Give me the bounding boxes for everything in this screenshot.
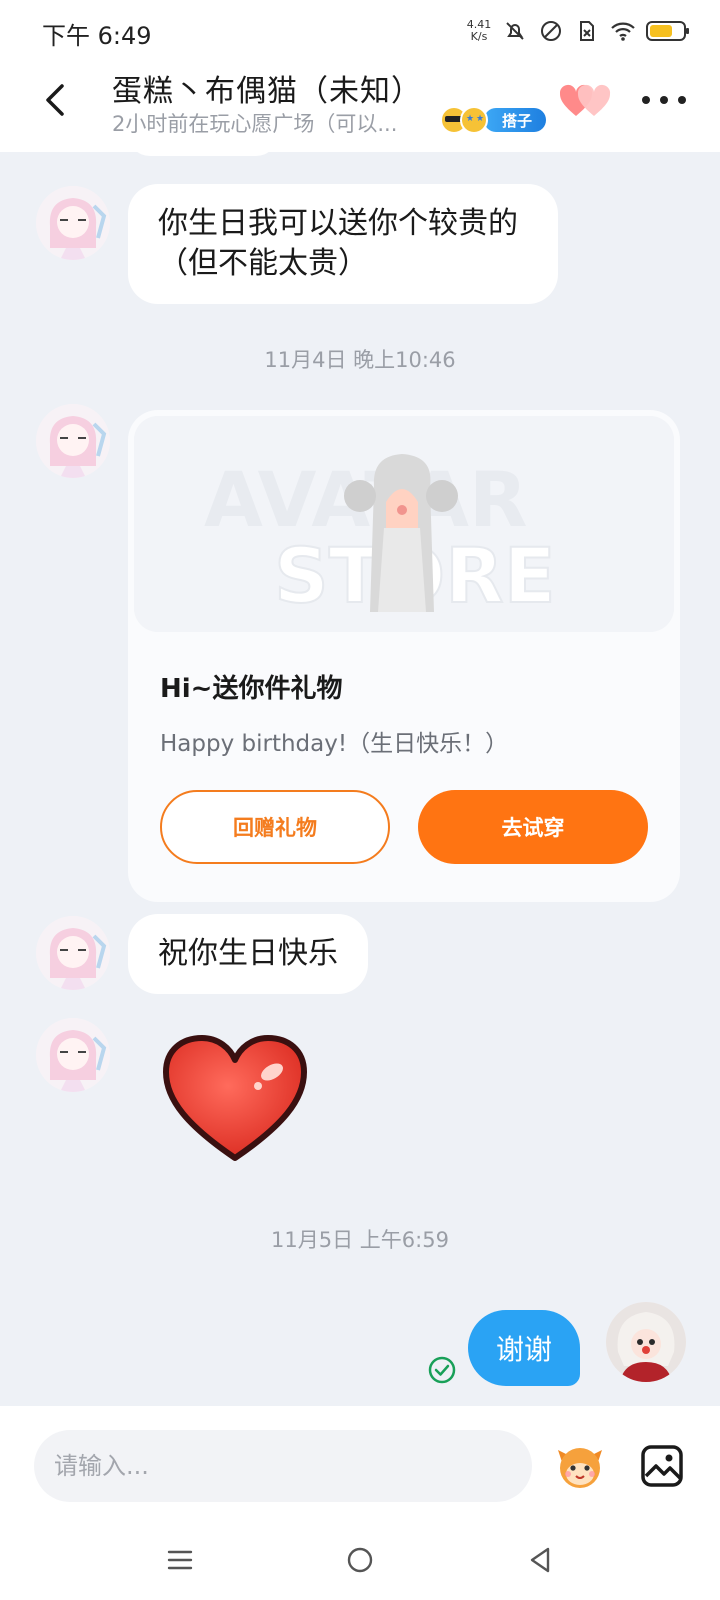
network-speed: 4.41 K/s (466, 19, 492, 43)
system-nav-bar (0, 1526, 720, 1600)
home-button[interactable] (340, 1540, 380, 1580)
gift-image: AVATAR STORE (134, 416, 674, 632)
wifi-icon (610, 18, 636, 44)
triangle-back-icon (530, 1547, 550, 1573)
dot-icon (678, 96, 686, 104)
input-bar (0, 1406, 720, 1526)
bell-off-icon (502, 18, 528, 44)
status-bar: 下午 6:49 4.41 K/s (0, 0, 720, 62)
status-icons: 4.41 K/s (466, 16, 690, 46)
back-nav-button[interactable] (520, 1540, 560, 1580)
chevron-left-icon (46, 84, 64, 116)
chat-title: 蛋糕丶布偶猫（未知） (112, 74, 422, 109)
dot-icon (642, 96, 650, 104)
contact-avatar[interactable] (36, 186, 110, 260)
message-timestamp: 11月5日 上午6:59 (271, 1228, 449, 1252)
gift-outfit-image: AVATAR STORE (134, 416, 674, 632)
read-check-icon (428, 1356, 456, 1384)
contact-avatar[interactable] (36, 916, 110, 990)
chat-screen: 下午 6:49 4.41 K/s 蛋糕丶布偶猫（未知） 2小时前在玩心愿广场（可… (0, 0, 720, 1600)
chat-subtitle: 2小时前在玩心愿广场（可以... (112, 112, 398, 136)
recents-button[interactable] (160, 1540, 200, 1580)
contact-avatar[interactable] (36, 1018, 110, 1092)
back-button[interactable] (34, 78, 78, 122)
message-input[interactable] (34, 1430, 532, 1502)
partner-badge-label: 搭子 (484, 108, 547, 132)
star-eyes-emoji-icon: ★ ★ (460, 106, 488, 134)
dnd-icon (538, 18, 564, 44)
sim-off-icon (574, 18, 600, 44)
gift-card[interactable]: AVATAR STORE Hi~送你件礼物 Happy birthday!（生日… (128, 410, 680, 902)
network-speed-unit: K/s (470, 30, 488, 43)
battery-icon (646, 20, 690, 42)
more-options-button[interactable] (642, 88, 686, 112)
partner-badge[interactable]: ★ ★ 搭子 (440, 106, 547, 134)
sticker-mascot-icon[interactable] (554, 1440, 606, 1492)
dot-icon (660, 96, 668, 104)
return-gift-button[interactable]: 回赠礼物 (160, 790, 390, 864)
anime-girl-avatar-icon (36, 186, 110, 260)
contact-avatar[interactable] (36, 404, 110, 478)
image-picker-icon[interactable] (640, 1444, 684, 1488)
status-time: 下午 6:49 (42, 22, 152, 50)
gift-message: Happy birthday!（生日快乐！） (160, 731, 509, 757)
hearts-icon[interactable] (560, 84, 612, 120)
message-bubble-received[interactable]: 祝你生日快乐 (128, 914, 368, 994)
message-list[interactable]: 你生日我可以送你个较贵的（但不能太贵） 11月4日 晚上10:46 AVATAR… (0, 152, 720, 1406)
message-bubble-received[interactable]: 你生日我可以送你个较贵的（但不能太贵） (128, 184, 558, 304)
heart-sticker-icon[interactable] (160, 1034, 310, 1164)
menu-icon (167, 1550, 193, 1570)
try-on-button[interactable]: 去试穿 (418, 790, 648, 864)
doll-avatar-icon (606, 1302, 686, 1382)
my-avatar[interactable] (606, 1302, 686, 1382)
previous-message-bubble (128, 152, 278, 156)
anime-girl-avatar-icon (36, 404, 110, 478)
anime-girl-avatar-icon (36, 916, 110, 990)
chat-header: 蛋糕丶布偶猫（未知） 2小时前在玩心愿广场（可以... ★ ★ 搭子 (0, 62, 720, 152)
anime-girl-avatar-icon (36, 1018, 110, 1092)
message-timestamp: 11月4日 晚上10:46 (264, 348, 456, 372)
home-circle-icon (347, 1547, 373, 1573)
gift-title: Hi~送你件礼物 (160, 674, 343, 704)
message-bubble-sent[interactable]: 谢谢 (467, 1310, 580, 1386)
